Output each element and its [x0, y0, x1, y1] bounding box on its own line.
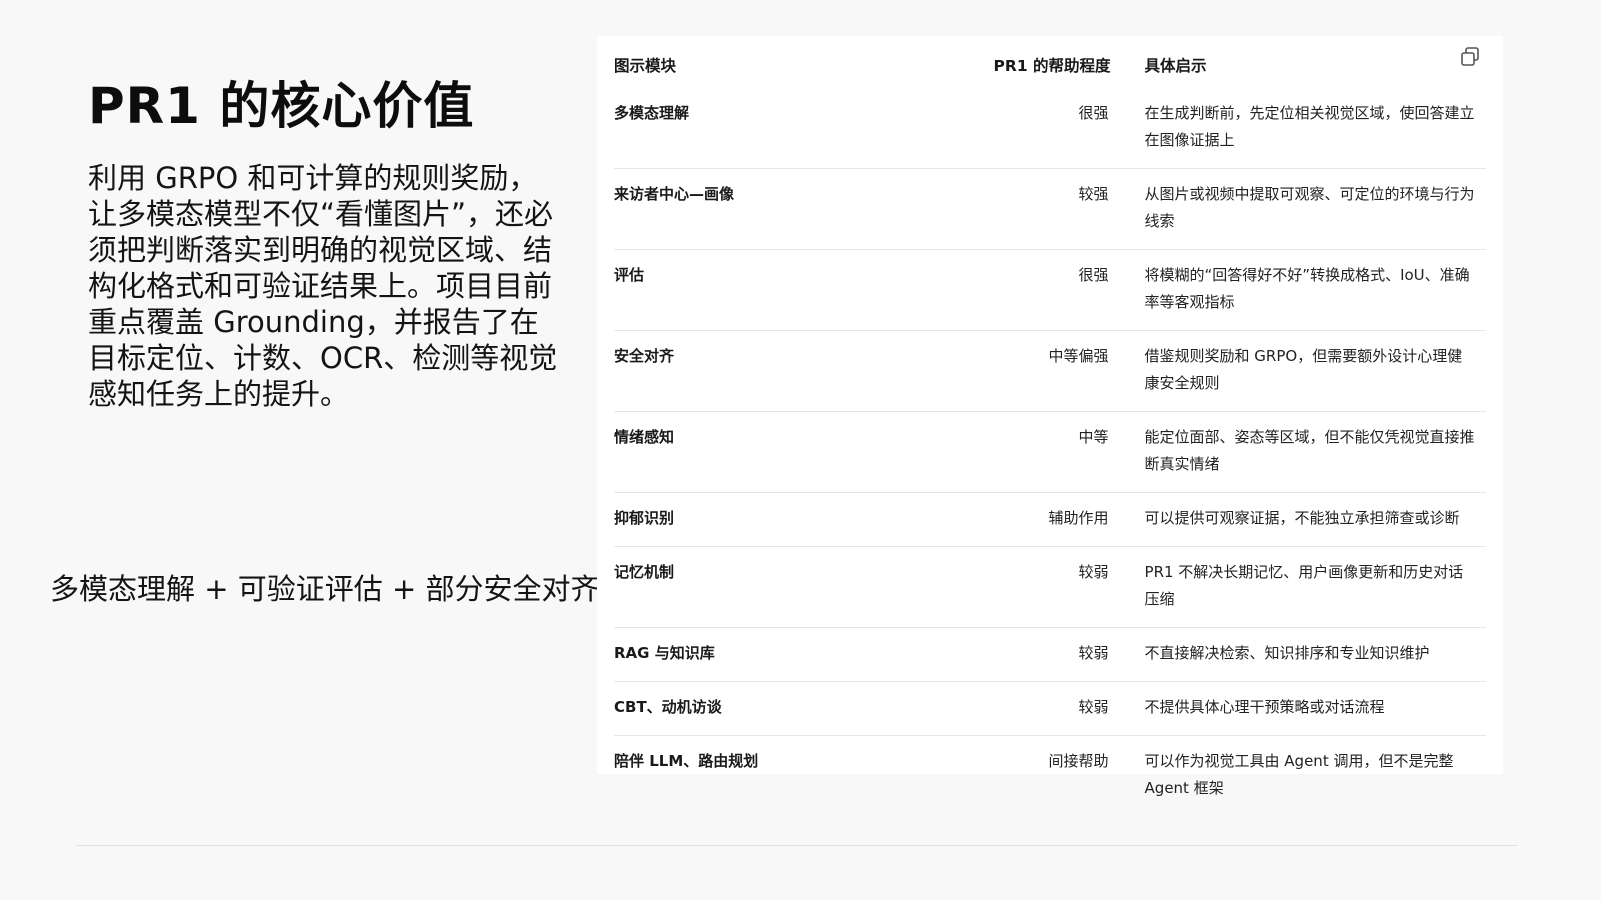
table-row: RAG 与知识库 较弱 不直接解决检索、知识排序和专业知识维护 — [614, 627, 1486, 682]
slide-summary: 多模态理解 + 可验证评估 + 部分安全对齐 — [50, 572, 600, 606]
footer-divider — [76, 845, 1518, 846]
table-row: 记忆机制 较弱 PR1 不解决长期记忆、用户画像更新和历史对话压缩 — [614, 546, 1486, 628]
slide-title: PR1 的核心价值 — [88, 77, 475, 135]
table-row: 陪伴 LLM、路由规划 间接帮助 可以作为视觉工具由 Agent 调用，但不是完整 … — [614, 735, 1486, 816]
table-row: 抑郁识别 辅助作用 可以提供可观察证据，不能独立承担筛查或诊断 — [614, 492, 1486, 547]
cell-level: 间接帮助 — [821, 735, 1145, 816]
cell-level: 中等 — [821, 411, 1145, 493]
header-level: PR1 的帮助程度 — [993, 57, 1111, 75]
cell-insight: 从图片或视频中提取可观察、可定位的环境与行为线索 — [1144, 168, 1486, 250]
header-module: 图示模块 — [614, 57, 677, 75]
cell-module: 记忆机制 — [614, 546, 822, 628]
table-row: 安全对齐 中等偏强 借鉴规则奖励和 GRPO，但需要额外设计心理健康安全规则 — [614, 330, 1486, 412]
cell-level: 较弱 — [821, 681, 1145, 736]
slide-body-text: 利用 GRPO 和可计算的规则奖励，让多模态模型不仅“看懂图片”，还必须把判断落… — [88, 161, 558, 411]
cell-module: CBT、动机访谈 — [614, 681, 822, 736]
table-row: 多模态理解 很强 在生成判断前，先定位相关视觉区域，使回答建立在图像证据上 — [614, 88, 1486, 169]
cell-module: 安全对齐 — [614, 330, 822, 412]
cell-level: 较弱 — [821, 546, 1145, 628]
table-card: 图示模块 PR1 的帮助程度 具体启示 多模态理解 很强 在生成判断前，先定位相关视… — [597, 36, 1503, 816]
cell-module: 抑郁识别 — [614, 492, 822, 547]
cell-module: 情绪感知 — [614, 411, 822, 493]
cell-insight: 不直接解决检索、知识排序和专业知识维护 — [1144, 627, 1486, 682]
cell-insight: 在生成判断前，先定位相关视觉区域，使回答建立在图像证据上 — [1144, 104, 1475, 149]
table-header-row: 图示模块 PR1 的帮助程度 具体启示 — [614, 42, 1486, 88]
table-body: 多模态理解 很强 在生成判断前，先定位相关视觉区域，使回答建立在图像证据上 来访者中心… — [614, 88, 1486, 816]
cell-insight: 不提供具体心理干预策略或对话流程 — [1144, 681, 1486, 736]
table-row: 评估 很强 将模糊的“回答得好不好”转换成格式、IoU、准确率等客观指标 — [614, 249, 1486, 331]
comparison-table: 图示模块 PR1 的帮助程度 具体启示 多模态理解 很强 在生成判断前，先定位相关视… — [614, 42, 1486, 816]
cell-insight: 可以作为视觉工具由 Agent 调用，但不是完整 Agent 框架 — [1144, 735, 1486, 816]
cell-module: 多模态理解 — [614, 104, 690, 122]
cell-insight: 借鉴规则奖励和 GRPO，但需要额外设计心理健康安全规则 — [1144, 330, 1486, 412]
cell-insight: 能定位面部、姿态等区域，但不能仅凭视觉直接推断真实情绪 — [1144, 411, 1486, 493]
cell-module: RAG 与知识库 — [614, 627, 822, 682]
cell-level: 中等偏强 — [821, 330, 1145, 412]
table-row: 情绪感知 中等 能定位面部、姿态等区域，但不能仅凭视觉直接推断真实情绪 — [614, 411, 1486, 493]
cell-module: 评估 — [614, 249, 822, 331]
cell-level: 很强 — [821, 249, 1145, 331]
cell-level: 辅助作用 — [821, 492, 1145, 547]
cell-module: 陪伴 LLM、路由规划 — [614, 735, 822, 816]
cell-module: 来访者中心—画像 — [614, 168, 822, 250]
cell-level: 较强 — [821, 168, 1145, 250]
cell-insight: 可以提供可观察证据，不能独立承担筛查或诊断 — [1144, 492, 1486, 547]
table-row: 来访者中心—画像 较强 从图片或视频中提取可观察、可定位的环境与行为线索 — [614, 168, 1486, 250]
cell-insight: 将模糊的“回答得好不好”转换成格式、IoU、准确率等客观指标 — [1144, 249, 1486, 331]
cell-level: 很强 — [1078, 104, 1109, 122]
cell-insight: PR1 不解决长期记忆、用户画像更新和历史对话压缩 — [1144, 546, 1486, 628]
cell-level: 较弱 — [821, 627, 1145, 682]
table-row: CBT、动机访谈 较弱 不提供具体心理干预策略或对话流程 — [614, 681, 1486, 736]
header-insight: 具体启示 — [1144, 57, 1207, 75]
